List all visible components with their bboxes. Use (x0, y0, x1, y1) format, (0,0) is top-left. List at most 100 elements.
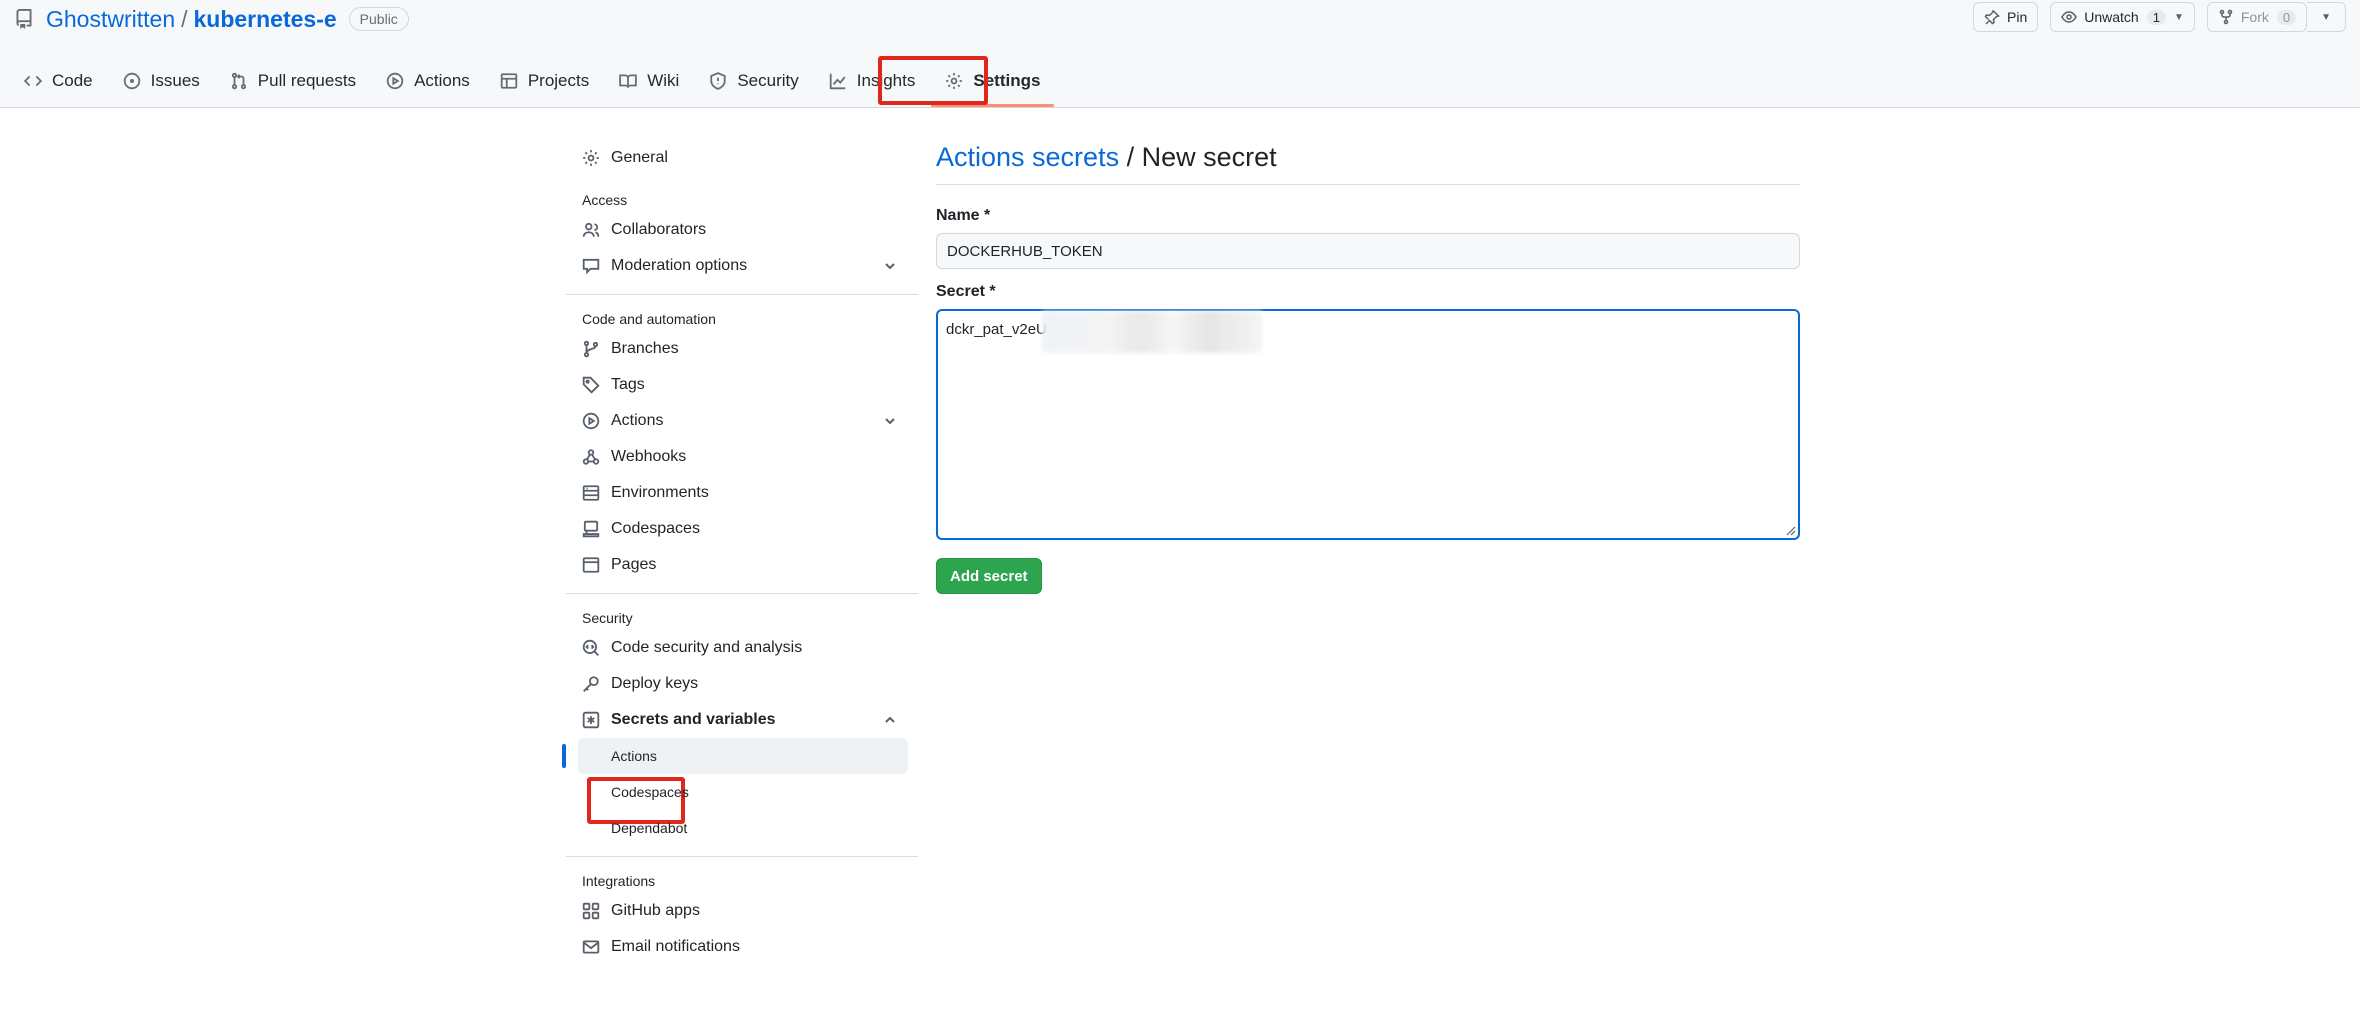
tab-label: Projects (527, 71, 590, 90)
sidebar-item-collaborators[interactable]: Collaborators (566, 212, 918, 248)
tab-label: Pull requests (257, 71, 357, 90)
unwatch-button[interactable]: Unwatch 1 ▼ (2050, 2, 2195, 32)
sidebar-item-github-apps[interactable]: GitHub apps (566, 893, 918, 929)
redaction-blur (1042, 311, 1262, 353)
sidebar-item-label: Webhooks (611, 448, 687, 465)
sidebar-item-actions[interactable]: Actions (566, 403, 918, 439)
new-secret-form: Actions secrets / New secret Name * Secr… (936, 140, 1800, 594)
codespaces-icon (582, 520, 600, 538)
eye-icon (2061, 11, 2078, 23)
tab-security[interactable]: Security (695, 64, 812, 98)
chevron-up-icon (885, 716, 895, 723)
tab-issues[interactable]: Issues (109, 64, 214, 98)
active-indicator (562, 744, 566, 768)
issue-icon (123, 72, 140, 90)
book-icon (619, 74, 638, 88)
key-icon (583, 676, 599, 692)
tab-actions[interactable]: Actions (372, 64, 484, 98)
sidebar-subitem-actions[interactable]: Actions (562, 738, 908, 774)
sidebar-item-label: Codespaces (611, 784, 689, 800)
sidebar-subitem-codespaces[interactable]: Codespaces (566, 774, 918, 810)
heading-current: New secret (1141, 142, 1277, 172)
sidebar-item-email-notifications[interactable]: Email notifications (566, 929, 918, 965)
sidebar-divider (566, 294, 918, 295)
table-icon (500, 73, 518, 89)
sidebar-item-label: Collaborators (611, 221, 707, 238)
pin-icon (1984, 9, 2000, 25)
sidebar-item-secrets-variables[interactable]: Secrets and variables (566, 702, 918, 738)
tab-label: Issues (150, 71, 200, 90)
sidebar-item-label: Pages (611, 556, 657, 573)
watch-count: 1 (2146, 9, 2166, 25)
page-title: Actions secrets / New secret (936, 140, 1800, 185)
codescan-icon (582, 639, 599, 656)
fork-count: 0 (2276, 9, 2297, 25)
pin-label: Pin (2007, 9, 2028, 25)
sidebar-item-branches[interactable]: Branches (566, 331, 918, 367)
fork-dropdown-button[interactable]: ▼ (2307, 2, 2346, 32)
pin-button[interactable]: Pin (1973, 2, 2039, 32)
sidebar-item-label: GitHub apps (611, 902, 700, 919)
play-icon (386, 72, 404, 90)
play-icon (582, 412, 600, 430)
tab-label: Code (52, 71, 93, 90)
sidebar-item-pages[interactable]: Pages (566, 547, 918, 583)
repo-separator: / (181, 5, 188, 32)
sidebar-heading-access: Access (582, 192, 628, 208)
branch-icon (583, 340, 599, 358)
sidebar-subitem-dependabot[interactable]: Dependabot (566, 810, 918, 846)
name-label: Name * (936, 207, 991, 224)
add-secret-button[interactable]: Add secret (936, 558, 1042, 594)
tab-label: Security (737, 71, 799, 90)
comment-icon (582, 258, 600, 275)
tab-label: Wiki (647, 71, 680, 90)
chevron-down-icon: ▼ (2173, 11, 2184, 23)
sidebar-item-general[interactable]: General (566, 140, 918, 176)
sidebar-item-label: Tags (611, 376, 645, 393)
sidebar-item-environments[interactable]: Environments (566, 475, 918, 511)
sidebar-heading-code-automation: Code and automation (582, 311, 716, 327)
fork-icon (2219, 9, 2233, 25)
webhook-icon (582, 449, 600, 465)
sidebar-heading-security: Security (582, 610, 633, 626)
tab-code[interactable]: Code (16, 64, 107, 98)
people-icon (582, 222, 600, 237)
sidebar-item-label: Dependabot (611, 820, 688, 836)
visibility-badge: Public (348, 7, 409, 31)
repo-header: Ghostwritten / kubernetes-e Public Pin U… (0, 0, 2360, 108)
gear-icon (583, 150, 599, 166)
mail-icon (582, 940, 600, 954)
sidebar-item-codespaces[interactable]: Codespaces (566, 511, 918, 547)
sidebar-item-webhooks[interactable]: Webhooks (566, 439, 918, 475)
sidebar-heading-integrations: Integrations (582, 873, 656, 889)
server-icon (582, 485, 600, 501)
sidebar-item-label: Codespaces (611, 520, 700, 537)
sidebar-item-code-security[interactable]: Code security and analysis (566, 630, 918, 666)
graph-icon (829, 73, 846, 90)
fork-button[interactable]: Fork 0 (2206, 2, 2308, 32)
actions-secrets-link[interactable]: Actions secrets (936, 142, 1119, 172)
repo-name-link[interactable]: kubernetes-e (194, 6, 337, 33)
sidebar-item-label: Deploy keys (611, 675, 699, 692)
secret-name-input[interactable] (936, 233, 1800, 269)
settings-sidebar: General Access Collaborators Moderation … (562, 140, 918, 965)
resize-handle-icon[interactable] (1786, 526, 1796, 536)
tab-wiki[interactable]: Wiki (605, 64, 693, 98)
heading-separator: / (1119, 142, 1142, 172)
sidebar-divider (566, 593, 918, 594)
sidebar-item-moderation[interactable]: Moderation options (566, 248, 918, 284)
sidebar-item-deploy-keys[interactable]: Deploy keys (566, 666, 918, 702)
sidebar-item-tags[interactable]: Tags (566, 367, 918, 403)
browser-icon (582, 557, 600, 573)
sidebar-divider (566, 856, 918, 857)
tab-pull-requests[interactable]: Pull requests (216, 64, 370, 98)
shield-icon (710, 72, 726, 90)
sidebar-item-label: Code security and analysis (611, 639, 803, 656)
chevron-down-icon (885, 263, 895, 270)
fork-label: Fork (2240, 9, 2269, 25)
repo-owner-link[interactable]: Ghostwritten (46, 6, 175, 33)
secret-value-textarea[interactable]: dckr_pat_v2eU (936, 309, 1800, 540)
sidebar-item-label: Email notifications (611, 938, 740, 955)
repo-title: Ghostwritten / kubernetes-e Public (14, 4, 409, 34)
tab-projects[interactable]: Projects (486, 64, 603, 98)
